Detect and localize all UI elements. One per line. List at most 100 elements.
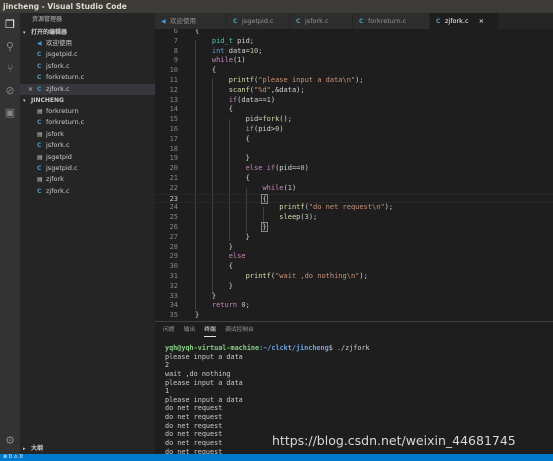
folder-file-item[interactable]: Czjfork.c xyxy=(20,186,155,197)
code-text: while(1) xyxy=(195,56,246,66)
code-token: else xyxy=(228,252,246,261)
code-token: pid; xyxy=(232,36,255,45)
terminal-prompt-line: yqh@yqh-virtual-machine:~/clckt/jincheng… xyxy=(165,344,550,353)
code-line: 15 pid=fork(); xyxy=(155,115,553,125)
close-icon[interactable]: × xyxy=(28,84,33,95)
code-line: 30 { xyxy=(155,262,553,272)
open-editor-item[interactable]: Cjsfork.c xyxy=(20,61,155,72)
status-bar: ⊗ 0 ⚠ 0 xyxy=(0,454,553,461)
code-line: 31 printf("wait ,do nothing\n"); xyxy=(155,272,553,282)
code-text: { xyxy=(195,66,216,76)
panel-tab[interactable]: 输出 xyxy=(184,322,196,339)
c-file-icon: C xyxy=(37,51,42,59)
code-token: while xyxy=(211,56,233,65)
line-number: 34 xyxy=(169,301,178,310)
terminal-output-line: do net request xyxy=(165,413,223,422)
files-icon[interactable]: ❐ xyxy=(3,17,17,31)
code-text: } xyxy=(195,311,199,321)
code-token: ,&data); xyxy=(270,85,305,94)
open-editors-header[interactable]: ▾ 打开的编辑器 xyxy=(20,27,155,38)
folder-file-item[interactable]: Cjsgetpid.c xyxy=(20,163,155,174)
code-text: return 0; xyxy=(195,301,250,311)
line-number: 9 xyxy=(173,56,178,65)
panel-tab[interactable]: 调试控制台 xyxy=(225,322,254,339)
line-number: 32 xyxy=(169,281,178,290)
code-text: } xyxy=(195,292,216,302)
file-label: forkreturn.c xyxy=(46,118,85,127)
code-token: } xyxy=(261,222,268,232)
c-file-icon: C xyxy=(436,18,441,25)
terminal-command: $ ./zjfork xyxy=(328,344,370,352)
file-label: jsgetpid xyxy=(46,152,72,161)
line-number: 19 xyxy=(169,154,178,163)
source-control-icon[interactable]: ⑂ xyxy=(3,61,17,75)
editor-tab[interactable]: Cjsgetpid.c xyxy=(227,13,290,29)
code-token: pid= xyxy=(195,115,263,124)
editor-tab[interactable]: ◀ 欢迎使用 xyxy=(155,13,227,29)
code-text: { xyxy=(195,135,250,145)
folder-file-item[interactable]: Cforkreturn.c xyxy=(20,117,155,128)
folder-file-item[interactable]: ▤ jsgetpid xyxy=(20,152,155,163)
panel-tab[interactable]: 终端 xyxy=(204,322,216,337)
code-token: if xyxy=(228,95,238,104)
code-token: ); xyxy=(359,272,368,280)
terminal-output-line: do net request xyxy=(165,404,223,413)
code-text: { xyxy=(195,174,250,184)
folder-header[interactable]: ▾ JINCHENG xyxy=(20,95,155,106)
close-icon[interactable]: × xyxy=(479,13,484,29)
code-line: 28 } xyxy=(155,243,553,253)
folder-file-item[interactable]: ▤ jsfork xyxy=(20,129,155,140)
vscode-icon: ◀ xyxy=(161,18,166,25)
open-editor-item[interactable]: Cjsgetpid.c xyxy=(20,49,155,60)
watermark-url: https://blog.csdn.net/weixin_44681745 xyxy=(272,433,516,448)
line-number: 16 xyxy=(169,125,178,133)
code-line: 6{ xyxy=(155,29,553,37)
file-label: jsgetpid.c xyxy=(46,163,78,172)
open-editor-item[interactable]: ◀ 欢迎使用 xyxy=(20,38,155,49)
terminal-output-line: 1 xyxy=(165,387,170,396)
open-editors-list: ◀ 欢迎使用 Cjsgetpid.c Cjsfork.c Cforkreturn.c × C… xyxy=(20,38,155,95)
code-token: else xyxy=(245,164,263,173)
settings-gear-icon[interactable]: ⚙ xyxy=(3,433,17,447)
tab-label: 欢迎使用 xyxy=(170,17,196,25)
outline-header[interactable]: ▸ 大纲 xyxy=(20,443,155,454)
problems-status[interactable]: ⊗ 0 ⚠ 0 xyxy=(3,454,23,460)
code-token: ) xyxy=(270,95,276,104)
extensions-icon[interactable]: ▣ xyxy=(3,105,17,119)
line-number: 8 xyxy=(173,46,178,55)
file-label: jsfork.c xyxy=(46,141,70,150)
folder-file-item[interactable]: ▤ zjfork xyxy=(20,174,155,185)
code-editor[interactable]: 6{7 pid_t pid; 8 int data=10; 9 while(1) 10… xyxy=(155,29,553,321)
editor-tab[interactable]: Czjfork.c × xyxy=(430,13,499,29)
line-number: 27 xyxy=(169,232,178,241)
open-editor-label: zjfork.c xyxy=(46,84,70,93)
folder-file-item[interactable]: ▤ forkreturn xyxy=(20,106,155,117)
open-editor-label: jsgetpid.c xyxy=(46,50,78,59)
panel-tab[interactable]: 问题 xyxy=(163,322,175,339)
debug-icon[interactable]: ⊘ xyxy=(3,83,17,97)
open-editor-item[interactable]: Cforkreturn.c xyxy=(20,72,155,83)
open-editor-label: jsfork.c xyxy=(46,61,70,70)
code-token: { xyxy=(195,134,250,143)
explorer-sidebar: 资源管理器 ▾ 打开的编辑器 ◀ 欢迎使用 Cjsgetpid.c Cjsfork.c C… xyxy=(20,13,155,454)
editor-tab[interactable]: Cjsfork.c xyxy=(290,13,353,29)
editor-tab[interactable]: Cforkreturn.c xyxy=(353,13,430,29)
line-number: 7 xyxy=(173,36,178,45)
folder-file-item[interactable]: Cjsfork.c xyxy=(20,140,155,151)
panel-tabs: 问题 输出 终端 调试控制台 xyxy=(155,322,553,339)
open-editor-item[interactable]: × Czjfork.c xyxy=(20,83,155,95)
code-token: ) xyxy=(291,183,297,192)
code-token: ; xyxy=(258,46,263,55)
code-token: } xyxy=(195,281,233,290)
code-line: 19 } xyxy=(155,154,553,164)
code-text: } xyxy=(195,243,233,253)
open-editor-label: forkreturn.c xyxy=(46,73,85,82)
code-token: if xyxy=(266,164,276,173)
search-icon[interactable]: ⚲ xyxy=(3,39,17,53)
code-token: ); xyxy=(355,76,364,84)
code-line: 33 } xyxy=(155,292,553,302)
code-token: "do net request\n" xyxy=(308,203,385,212)
